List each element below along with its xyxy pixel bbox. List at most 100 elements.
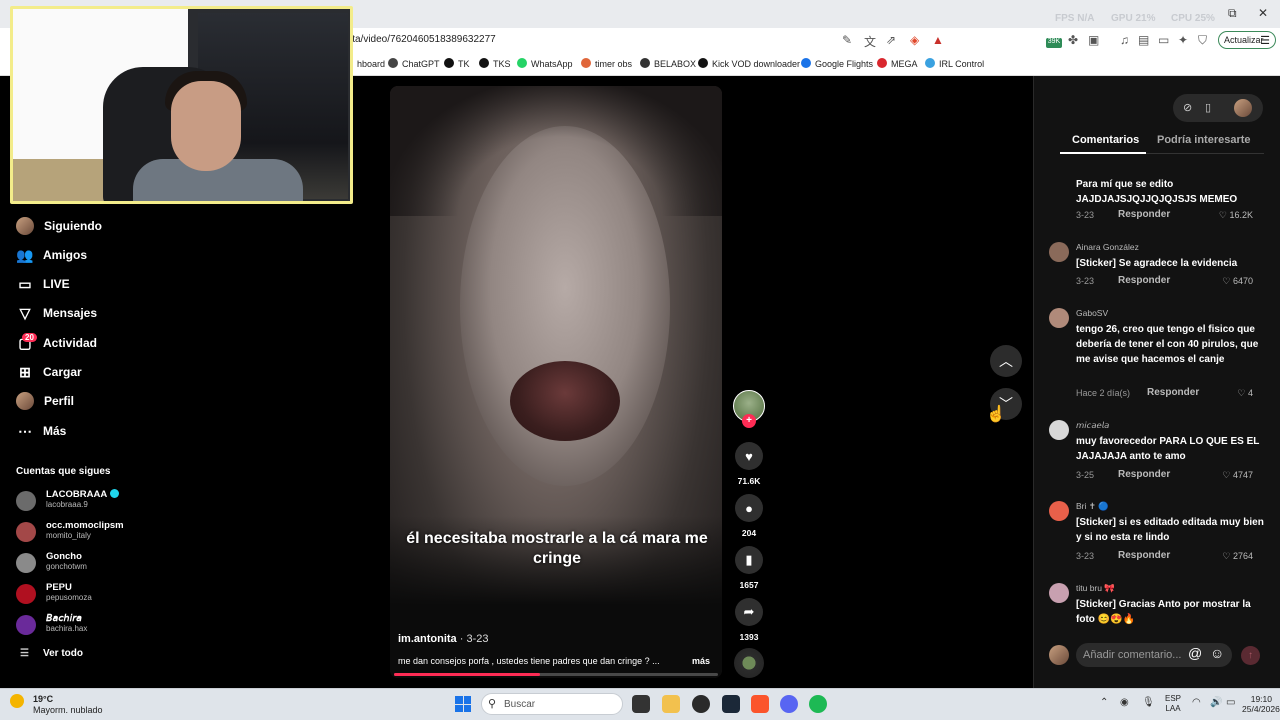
update-button[interactable]: Actualizar ☰ xyxy=(1218,31,1276,49)
close-window-icon[interactable]: ✕ xyxy=(1258,6,1268,20)
compass-icon[interactable]: ⊘ xyxy=(1183,101,1192,114)
followed-account[interactable]: Goncho gonchotwm xyxy=(16,551,156,577)
previous-video-button[interactable]: ︿ xyxy=(990,345,1022,377)
battery-icon[interactable]: ▭ xyxy=(1226,697,1235,708)
comment-author[interactable]: 𝘮𝘪𝘤𝘢𝘦𝘭𝘢 xyxy=(1076,420,1109,431)
see-all-button[interactable]: ☰ Ver todo xyxy=(20,648,83,659)
video-player[interactable] xyxy=(390,86,722,678)
music-icon[interactable]: ♫ xyxy=(1120,33,1129,47)
save-button[interactable]: ▮ xyxy=(735,546,763,574)
bookmark-item[interactable]: TK xyxy=(444,58,470,69)
brave-browser-icon[interactable] xyxy=(751,695,769,713)
nav-item-siguiendo[interactable]: Siguiendo xyxy=(15,215,102,237)
tab-panel-icon[interactable]: ▤ xyxy=(1138,33,1149,47)
comment-like-button[interactable]: ♡ 16.2K xyxy=(1219,210,1253,221)
avatar[interactable] xyxy=(1049,308,1069,328)
comment-author[interactable]: GaboSV xyxy=(1076,308,1108,318)
bookmark-item[interactable]: IRL Control xyxy=(925,58,984,69)
steam-icon[interactable] xyxy=(722,695,740,713)
avatar[interactable] xyxy=(1049,242,1069,262)
followed-account[interactable]: LACOBRAAA lacobraaa.9 xyxy=(16,489,156,515)
wifi-icon[interactable]: ◠ xyxy=(1192,697,1201,708)
extension-badge[interactable]: 39K xyxy=(1046,38,1062,48)
bookmark-item[interactable]: WhatsApp xyxy=(517,58,573,69)
file-explorer-icon[interactable] xyxy=(662,695,680,713)
tab-interest[interactable]: Podría interesarte xyxy=(1157,134,1251,146)
obs-icon[interactable] xyxy=(692,695,710,713)
followed-account[interactable]: occ.momoclipsm momito_italy xyxy=(16,520,156,546)
nav-item-perfil[interactable]: Perfil xyxy=(15,390,74,412)
see-more-link[interactable]: más xyxy=(692,656,710,666)
avatar[interactable] xyxy=(1049,583,1069,603)
reply-button[interactable]: Responder xyxy=(1118,550,1170,561)
nav-item-amigos[interactable]: 👥 Amigos xyxy=(15,244,87,266)
like-button[interactable]: ♥ xyxy=(735,442,763,470)
comment-input[interactable] xyxy=(1083,648,1193,662)
followed-account[interactable]: 𝘉𝘢𝘤𝘩𝘪𝘳𝘢 bachira.hax xyxy=(16,613,156,639)
reply-button[interactable]: Responder xyxy=(1118,275,1170,286)
bookmark-item[interactable]: Kick VOD downloader xyxy=(698,58,800,69)
comment-author[interactable]: Ainara González xyxy=(1076,242,1139,252)
wallet-icon[interactable]: ▭ xyxy=(1158,33,1169,47)
vpn-icon[interactable]: ⛉ xyxy=(1198,33,1207,48)
mention-icon[interactable]: @ xyxy=(1188,645,1202,661)
bookmark-item[interactable]: MEGA xyxy=(877,58,918,69)
follow-plus-icon[interactable]: + xyxy=(742,414,756,428)
followed-account[interactable]: PEPU pepusomoza xyxy=(16,582,156,608)
video-username[interactable]: im.antonita · 3-23 xyxy=(398,633,488,645)
bookmark-item[interactable]: Google Flights xyxy=(801,58,873,69)
network-tray-icon[interactable]: ◉ xyxy=(1120,697,1129,708)
comment-like-button[interactable]: ♡ 4 xyxy=(1237,388,1253,399)
video-progress-bar[interactable] xyxy=(394,673,718,676)
comment-like-button[interactable]: ♡ 2764 xyxy=(1222,551,1253,562)
volume-icon[interactable]: 🔊 xyxy=(1210,697,1222,708)
music-disc-icon[interactable] xyxy=(734,648,764,678)
bookmark-item[interactable]: timer obs xyxy=(581,58,632,69)
bookmark-item[interactable]: ChatGPT xyxy=(388,58,440,69)
brave-rewards-icon[interactable]: ▲ xyxy=(932,33,944,47)
task-view-icon[interactable] xyxy=(632,695,650,713)
share-button[interactable]: ➦ xyxy=(735,598,763,626)
mic-icon[interactable]: 🎙 xyxy=(1142,697,1155,708)
sidebar-icon[interactable]: ▣ xyxy=(1088,33,1099,47)
extensions-icon[interactable]: ✤ xyxy=(1068,33,1078,47)
nav-item-ms[interactable]: ⋯ Más xyxy=(15,420,66,442)
account-name: 𝘉𝘢𝘤𝘩𝘪𝘳𝘢 xyxy=(46,613,82,624)
weather-widget[interactable]: 19°C Mayorm. nublado xyxy=(10,694,103,715)
tab-comments[interactable]: Comentarios xyxy=(1072,134,1139,146)
ai-icon[interactable]: ✦ xyxy=(1178,33,1188,47)
profile-avatar[interactable] xyxy=(1234,99,1252,117)
nav-item-live[interactable]: ▭ LIVE xyxy=(15,273,69,295)
tray-chevron-icon[interactable]: ⌃ xyxy=(1100,697,1108,708)
phone-icon[interactable]: ▯ xyxy=(1205,101,1211,114)
reply-button[interactable]: Responder xyxy=(1118,209,1170,220)
avatar[interactable] xyxy=(1049,420,1069,440)
nav-item-cargar[interactable]: ⊞ Cargar xyxy=(15,361,82,383)
comment-button[interactable]: ● xyxy=(735,494,763,522)
reader-mode-icon[interactable]: ✎ xyxy=(842,33,852,47)
windows-start-icon[interactable] xyxy=(455,696,471,712)
restore-window-icon[interactable]: ⧉ xyxy=(1228,6,1237,21)
comment-like-button[interactable]: ♡ 4747 xyxy=(1222,470,1253,481)
discord-icon[interactable] xyxy=(780,695,798,713)
comment-like-button[interactable]: ♡ 6470 xyxy=(1222,276,1253,287)
share-icon[interactable]: ⇗ xyxy=(886,33,896,47)
bookmark-item[interactable]: BELABOX xyxy=(640,58,696,69)
send-button[interactable]: ↑ xyxy=(1241,646,1260,665)
bookmark-item[interactable]: TKS xyxy=(479,58,511,69)
reply-button[interactable]: Responder xyxy=(1147,387,1199,398)
avatar[interactable] xyxy=(1049,501,1069,521)
taskbar-search[interactable]: ⚲ Buscar xyxy=(481,693,623,715)
comment-author[interactable]: titu bru 🎀 xyxy=(1076,583,1115,594)
translate-icon[interactable]: 文 xyxy=(864,33,876,50)
reply-button[interactable]: Responder xyxy=(1118,469,1170,480)
account-name-text: Goncho xyxy=(46,551,82,562)
nav-item-mensajes[interactable]: ▽ Mensajes xyxy=(15,302,97,324)
url-text[interactable]: ita/video/7620460518389632277 xyxy=(350,34,496,45)
language-indicator[interactable]: ESP LAA xyxy=(1165,694,1181,714)
spotify-icon[interactable] xyxy=(809,695,827,713)
brave-shield-icon[interactable]: ◈ xyxy=(910,33,919,47)
emoji-icon[interactable]: ☺ xyxy=(1210,645,1224,661)
taskbar-clock[interactable]: 19:10 25/4/2026 xyxy=(1242,694,1280,714)
comment-author[interactable]: Bri ✝ 🔵 xyxy=(1076,501,1109,512)
